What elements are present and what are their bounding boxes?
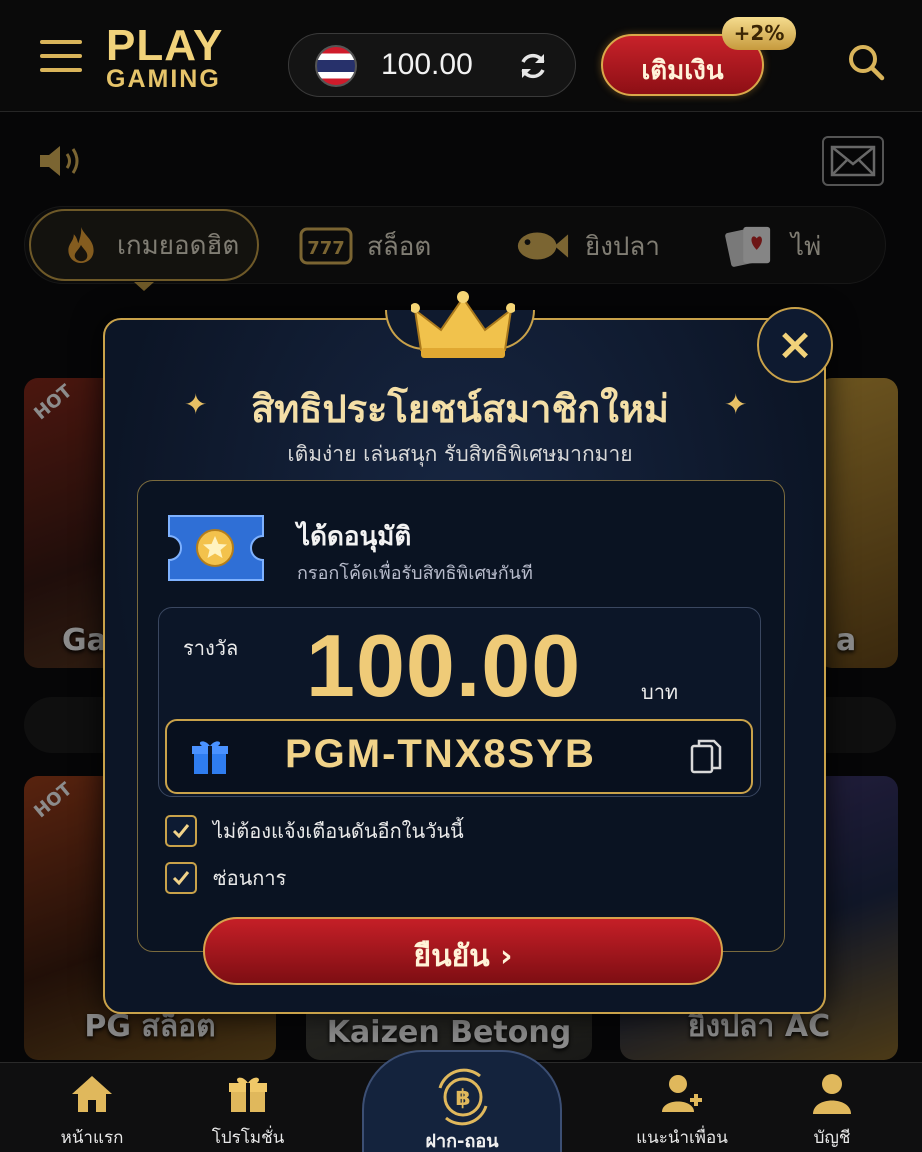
gift-icon [192,741,228,774]
topup-bonus-badge: +2% [722,17,796,50]
search-icon[interactable] [846,42,886,82]
add-friend-icon [662,1075,702,1112]
approved-subtitle: กรอกโค้ดเพื่อรับสิทธิพิเศษกันที [297,563,533,584]
svg-text:฿: ฿ [455,1086,470,1111]
check-icon [172,871,190,886]
reward-label: รางวัล [183,636,239,660]
close-button[interactable]: × [757,307,833,383]
check-icon [172,824,190,839]
gift-icon [229,1077,267,1112]
crown-icon [411,291,515,358]
nav-refer-friend[interactable]: แนะนำเพื่อน [622,1072,742,1151]
nav-home[interactable]: หน้าแรก [32,1072,152,1151]
copy-icon[interactable] [690,738,722,776]
ticket-icon [168,515,264,581]
checkbox-dont-remind[interactable] [165,815,197,847]
confirm-button[interactable]: ยืนยัน › [203,917,723,985]
thai-flag-icon [315,45,357,87]
approved-title: ได้ดอนุมัติ [297,522,412,552]
modal-title: สิทธิประโยชน์สมาชิกใหม่ [251,387,669,431]
reward-amount: 100.00 [306,616,582,715]
account-icon [813,1074,851,1114]
balance-amount: 100.00 [381,48,473,81]
home-icon [72,1076,112,1112]
hide-checkbox-row[interactable]: ซ่อนการ [165,862,286,894]
nav-account[interactable]: บัญชี [772,1072,892,1151]
menu-icon[interactable] [40,40,82,76]
sparkle-icon: ✦ [724,388,748,421]
nav-deposit-withdraw[interactable]: ฿ ฝาก-ถอน [362,1050,562,1152]
balance-display: 100.00 [288,33,576,97]
reward-unit: บาท [641,680,679,704]
dont-remind-checkbox-row[interactable]: ไม่ต้องแจ้งเตือนดันอีกในวันนี้ [165,815,464,847]
refresh-icon[interactable] [517,50,549,82]
bitcoin-exchange-icon: ฿ [438,1068,488,1126]
top-header: PLAY GAMING 100.00 เติมเงิน +2% [0,0,922,112]
checkbox-hide[interactable] [165,862,197,894]
modal-subtitle: เติมง่าย เล่นสนุก รับสิทธิพิเศษมากมาย [287,442,633,466]
nav-promotions[interactable]: โปรโมชั่น [188,1072,308,1151]
app-logo[interactable]: PLAY GAMING [106,24,271,96]
promo-code: PGM-TNX8SYB [285,732,596,776]
